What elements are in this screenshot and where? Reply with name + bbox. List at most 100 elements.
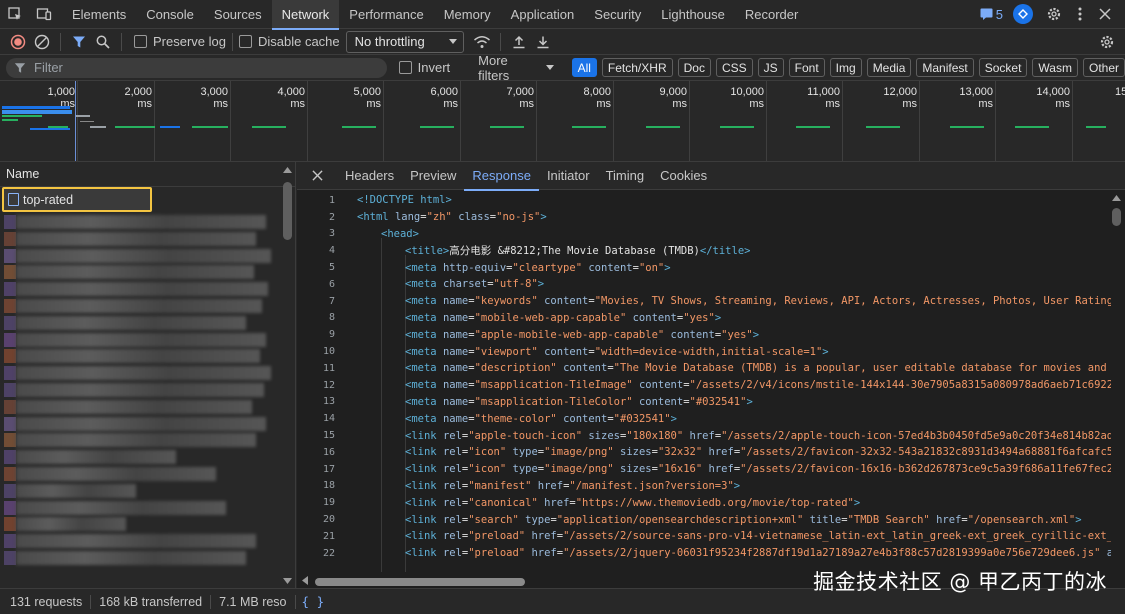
scroll-up-arrow-icon[interactable] bbox=[283, 167, 292, 173]
code-token: content bbox=[632, 311, 677, 324]
request-row[interactable] bbox=[4, 483, 136, 498]
name-column-header[interactable]: Name bbox=[0, 162, 295, 187]
filter-chip-js[interactable]: JS bbox=[757, 58, 784, 77]
request-row[interactable] bbox=[4, 467, 216, 481]
checkbox-box[interactable] bbox=[238, 35, 252, 48]
pretty-print-icon[interactable]: { } bbox=[302, 594, 325, 609]
network-conditions-icon[interactable] bbox=[470, 30, 494, 54]
code-token: > bbox=[853, 496, 861, 509]
extension-icon[interactable] bbox=[1013, 4, 1033, 24]
request-row[interactable] bbox=[4, 500, 226, 515]
request-row[interactable] bbox=[4, 366, 271, 381]
filter-funnel-icon[interactable] bbox=[67, 30, 91, 54]
request-row[interactable] bbox=[4, 349, 260, 364]
tab-preview[interactable]: Preview bbox=[402, 162, 464, 190]
filter-input[interactable]: Filter bbox=[6, 57, 387, 78]
tab-headers[interactable]: Headers bbox=[337, 162, 402, 190]
filter-chip-socket[interactable]: Socket bbox=[978, 58, 1028, 77]
filter-chip-media[interactable]: Media bbox=[866, 58, 912, 77]
line-number: 20 bbox=[322, 514, 335, 526]
inspect-element-icon[interactable] bbox=[0, 0, 30, 29]
response-horizontal-scrollbar[interactable] bbox=[315, 578, 525, 586]
close-detail-icon[interactable] bbox=[297, 162, 337, 190]
request-row[interactable] bbox=[4, 517, 126, 532]
tab-lighthouse[interactable]: Lighthouse bbox=[651, 0, 735, 29]
tab-response[interactable]: Response bbox=[464, 162, 539, 191]
code-token: rel bbox=[442, 429, 462, 442]
response-scrollbar[interactable] bbox=[1112, 208, 1121, 226]
waterfall-bar bbox=[90, 126, 106, 128]
preserve-log-checkbox[interactable]: Preserve log bbox=[134, 34, 226, 49]
filter-row: Filter Invert More filters All Fetch/XHR D… bbox=[0, 53, 1125, 83]
filter-chip-doc[interactable]: Doc bbox=[677, 58, 711, 77]
invert-checkbox[interactable]: Invert bbox=[398, 60, 450, 75]
filter-chip-fetch-xhr[interactable]: Fetch/XHR bbox=[601, 58, 673, 77]
request-list-scrollbar[interactable] bbox=[283, 182, 292, 240]
request-row-selected[interactable]: top-rated bbox=[2, 187, 152, 212]
import-har-icon[interactable] bbox=[507, 30, 531, 54]
request-row[interactable] bbox=[4, 433, 256, 448]
request-row[interactable] bbox=[4, 399, 252, 414]
tab-recorder[interactable]: Recorder bbox=[735, 0, 808, 29]
filter-chip-other[interactable]: Other bbox=[1082, 58, 1125, 77]
throttling-select[interactable]: No throttling bbox=[345, 30, 464, 53]
request-row[interactable] bbox=[4, 534, 256, 549]
record-stop-icon[interactable] bbox=[6, 30, 30, 54]
request-row[interactable] bbox=[4, 299, 262, 313]
request-type-icon bbox=[4, 282, 16, 297]
filter-chip-img[interactable]: Img bbox=[829, 58, 862, 77]
tab-elements[interactable]: Elements bbox=[62, 0, 136, 29]
issues-counter[interactable]: 5 bbox=[980, 7, 1003, 22]
tab-console[interactable]: Console bbox=[136, 0, 204, 29]
response-source-view[interactable]: 1 <!DOCTYPE html> 2 <html lang="zh" class="… bbox=[297, 192, 1111, 572]
request-row[interactable] bbox=[4, 315, 246, 330]
device-toolbar-icon[interactable] bbox=[30, 0, 58, 29]
tab-sources[interactable]: Sources bbox=[204, 0, 272, 29]
code-token: <meta bbox=[405, 362, 443, 375]
settings-gear-icon[interactable] bbox=[1041, 0, 1067, 29]
filter-chip-css[interactable]: CSS bbox=[715, 58, 753, 77]
export-har-icon[interactable] bbox=[531, 30, 555, 54]
request-row[interactable] bbox=[4, 282, 268, 297]
code-line: 5 <meta http-equiv="cleartype" content="o… bbox=[297, 259, 1111, 276]
filter-chip-manifest[interactable]: Manifest bbox=[916, 58, 974, 77]
timeline-tick-label: 13,000 ms bbox=[959, 86, 993, 110]
filter-chip-wasm[interactable]: Wasm bbox=[1032, 58, 1078, 77]
tab-initiator[interactable]: Initiator bbox=[539, 162, 598, 190]
request-row[interactable] bbox=[4, 215, 266, 229]
network-overview-timeline[interactable]: 1,000 ms 2,000 ms 3,000 ms 4,000 ms 5,000 ms… bbox=[0, 81, 1125, 162]
request-row[interactable] bbox=[4, 231, 256, 246]
scroll-up-arrow-icon[interactable] bbox=[1112, 195, 1121, 201]
more-filters-dropdown[interactable]: More filters bbox=[478, 53, 554, 83]
more-options-icon[interactable] bbox=[1067, 0, 1093, 29]
tab-cookies[interactable]: Cookies bbox=[652, 162, 715, 190]
filter-chip-font[interactable]: Font bbox=[788, 58, 825, 77]
tab-security[interactable]: Security bbox=[584, 0, 651, 29]
clear-icon[interactable] bbox=[30, 30, 54, 54]
code-token: "The Movie Database (TMDB) is a popular,… bbox=[613, 362, 1111, 375]
scroll-down-arrow-icon[interactable] bbox=[283, 578, 292, 584]
checkbox-box[interactable] bbox=[134, 35, 147, 48]
request-row[interactable] bbox=[4, 332, 266, 347]
checkbox-box[interactable] bbox=[398, 61, 412, 74]
tab-performance[interactable]: Performance bbox=[339, 0, 433, 29]
tab-timing[interactable]: Timing bbox=[598, 162, 653, 190]
request-row[interactable] bbox=[4, 265, 254, 280]
tab-application[interactable]: Application bbox=[501, 0, 585, 29]
request-row[interactable] bbox=[4, 383, 264, 397]
scroll-left-arrow-icon[interactable] bbox=[302, 576, 308, 585]
tab-network[interactable]: Network bbox=[271, 0, 340, 30]
request-row[interactable] bbox=[4, 450, 176, 465]
tab-memory[interactable]: Memory bbox=[434, 0, 501, 29]
network-settings-gear-icon[interactable] bbox=[1095, 30, 1119, 54]
request-row[interactable] bbox=[4, 416, 266, 431]
code-token: rel bbox=[442, 496, 462, 509]
timeline-gridline bbox=[230, 81, 231, 161]
close-devtools-icon[interactable] bbox=[1093, 0, 1117, 29]
request-row[interactable] bbox=[4, 551, 246, 565]
request-row[interactable] bbox=[4, 248, 271, 263]
search-icon[interactable] bbox=[91, 30, 115, 54]
filter-chip-all[interactable]: All bbox=[571, 58, 597, 77]
disable-cache-checkbox[interactable]: Disable cache bbox=[238, 34, 340, 49]
waterfall-bar bbox=[252, 126, 286, 128]
